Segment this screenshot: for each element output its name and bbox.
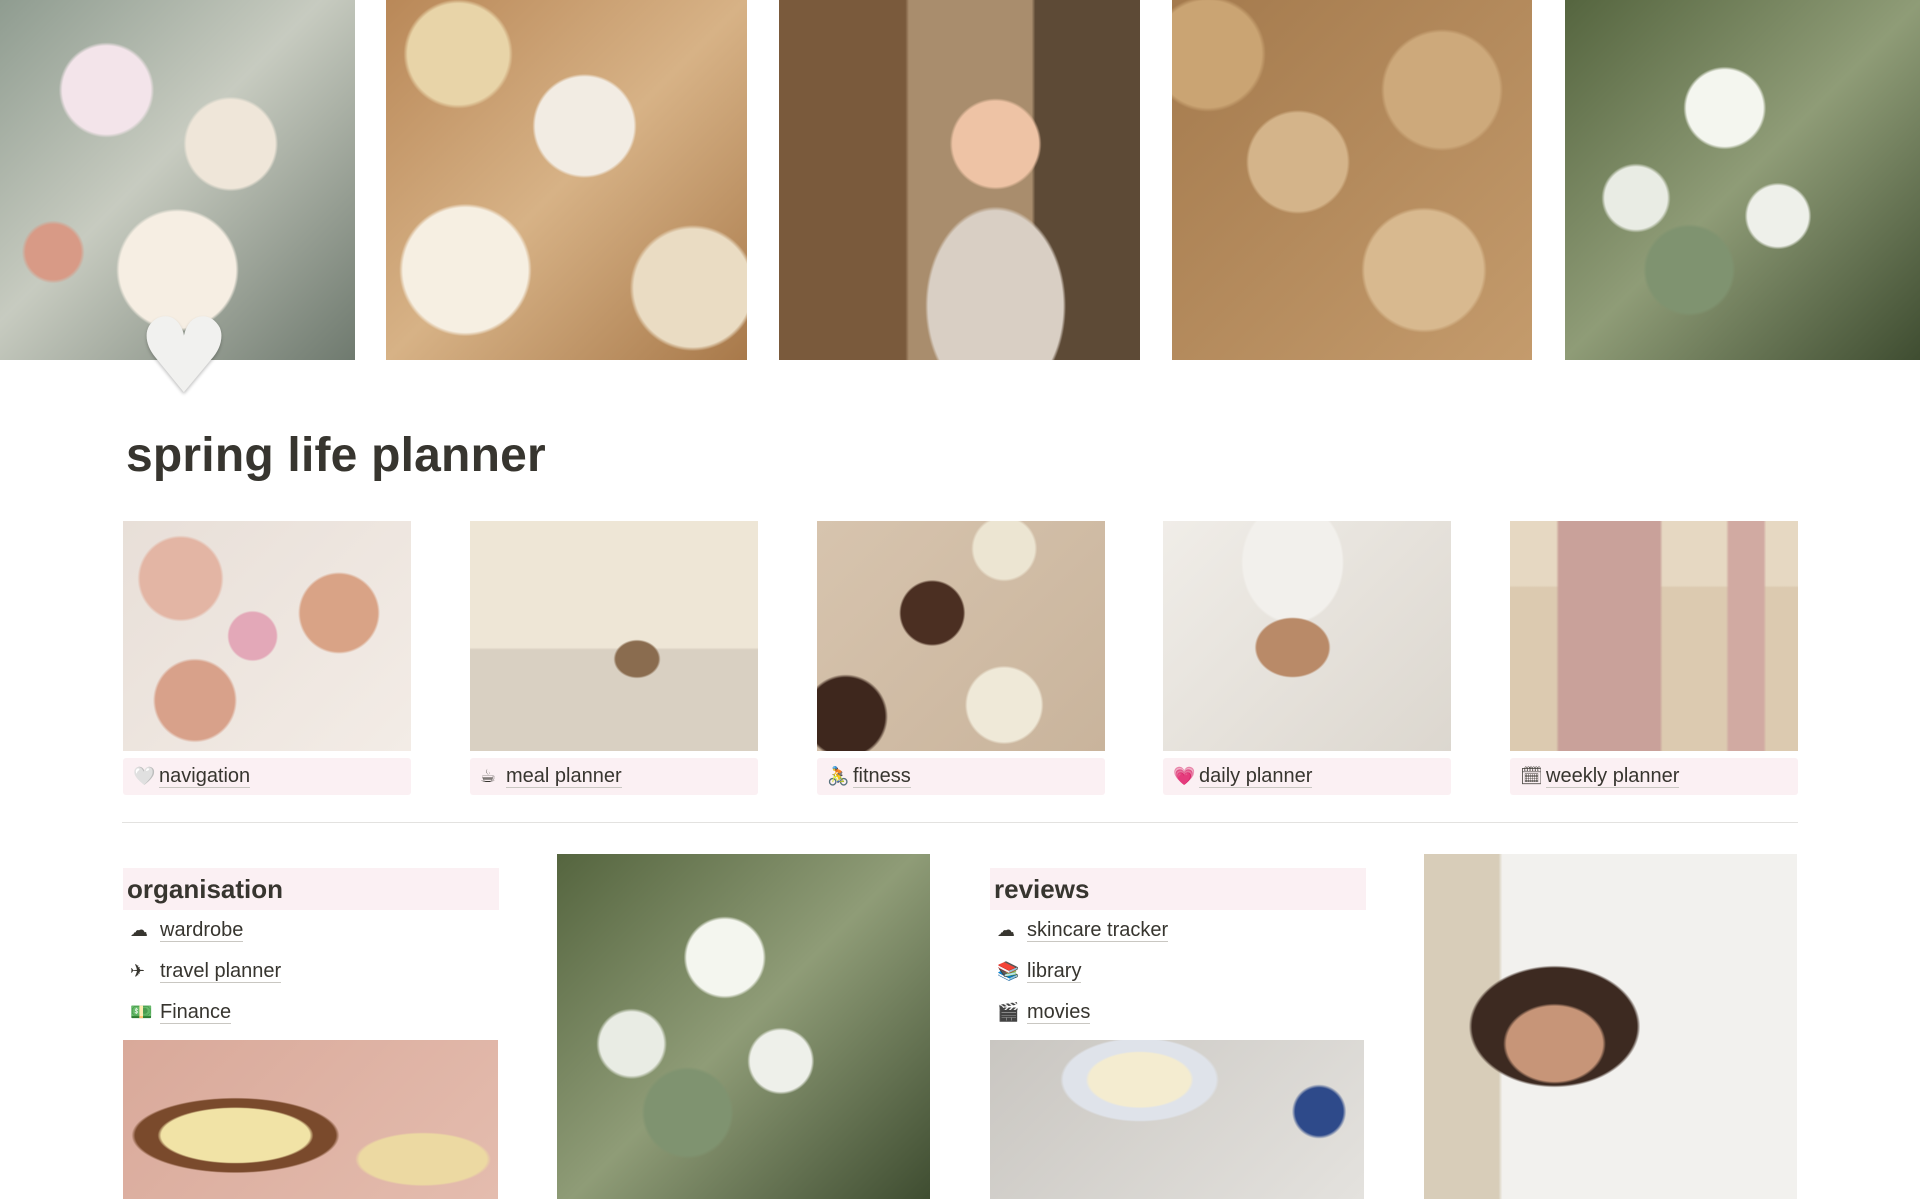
reviews-heading: reviews bbox=[990, 868, 1366, 910]
cover-photo-cream-buns bbox=[386, 0, 747, 360]
photo-portrait-bed bbox=[1424, 854, 1797, 1199]
card-label: 🚴 fitness bbox=[817, 758, 1105, 795]
card-image bbox=[470, 521, 758, 751]
white-heart-icon: 🤍 bbox=[133, 766, 156, 787]
card-image bbox=[817, 521, 1105, 751]
card-image bbox=[1510, 521, 1798, 751]
card-image bbox=[1163, 521, 1451, 751]
clapper-icon: 🎬 bbox=[997, 1001, 1020, 1023]
card-label: 🤍 navigation bbox=[123, 758, 411, 795]
calendar-icon: 🗓 bbox=[1520, 766, 1543, 787]
coffee-icon: ☕ bbox=[480, 766, 497, 787]
photo-lavender-toast bbox=[123, 1040, 498, 1199]
gallery-card-meal-planner[interactable]: ☕ meal planner bbox=[470, 521, 758, 795]
bicycle-icon: 🚴 bbox=[827, 766, 850, 787]
card-title: daily planner bbox=[1199, 765, 1313, 788]
cloud-icon: ☁ bbox=[130, 919, 148, 941]
white-heart-icon[interactable]: ♥ bbox=[128, 300, 240, 412]
divider bbox=[122, 822, 1798, 823]
card-label: 🗓 weekly planner bbox=[1510, 758, 1798, 795]
link-movies[interactable]: 🎬 movies bbox=[997, 997, 1091, 1027]
link-library[interactable]: 📚 library bbox=[997, 956, 1082, 986]
link-label: skincare tracker bbox=[1027, 918, 1169, 942]
link-label: library bbox=[1027, 959, 1082, 983]
airplane-icon: ✈ bbox=[130, 960, 146, 982]
card-label: 💗 daily planner bbox=[1163, 758, 1451, 795]
books-icon: 📚 bbox=[997, 960, 1020, 982]
link-label: travel planner bbox=[160, 959, 282, 983]
link-travel-planner[interactable]: ✈ travel planner bbox=[130, 956, 282, 986]
page-title: spring life planner bbox=[126, 429, 546, 482]
gallery-card-daily-planner[interactable]: 💗 daily planner bbox=[1163, 521, 1451, 795]
card-title: weekly planner bbox=[1546, 765, 1680, 788]
money-icon: 💵 bbox=[130, 1001, 153, 1023]
gallery-card-fitness[interactable]: 🚴 fitness bbox=[817, 521, 1105, 795]
organisation-heading: organisation bbox=[123, 868, 499, 910]
photo-white-bouquet bbox=[557, 854, 930, 1199]
card-title: navigation bbox=[159, 765, 251, 788]
card-title: fitness bbox=[853, 765, 911, 788]
link-label: wardrobe bbox=[160, 918, 244, 942]
notion-page: ♥ spring life planner 🤍 navigation ☕ mea… bbox=[0, 0, 1920, 1199]
cover-photo-cookies bbox=[1172, 0, 1532, 360]
cover-photo-bouquet bbox=[1565, 0, 1920, 360]
photo-butter-plate bbox=[990, 1040, 1364, 1199]
link-label: movies bbox=[1027, 1000, 1091, 1024]
link-finance[interactable]: 💵 Finance bbox=[130, 997, 232, 1027]
pink-heart-icon: 💗 bbox=[1173, 766, 1196, 787]
card-title: meal planner bbox=[506, 765, 622, 788]
link-label: Finance bbox=[160, 1000, 232, 1024]
card-label: ☕ meal planner bbox=[470, 758, 758, 795]
cover-photo-woman bbox=[779, 0, 1140, 360]
cloud-icon: ☁ bbox=[997, 919, 1015, 941]
gallery-card-navigation[interactable]: 🤍 navigation bbox=[123, 521, 411, 795]
gallery-card-weekly-planner[interactable]: 🗓 weekly planner bbox=[1510, 521, 1798, 795]
link-wardrobe[interactable]: ☁ wardrobe bbox=[130, 915, 244, 945]
link-skincare-tracker[interactable]: ☁ skincare tracker bbox=[997, 915, 1169, 945]
card-image bbox=[123, 521, 411, 751]
